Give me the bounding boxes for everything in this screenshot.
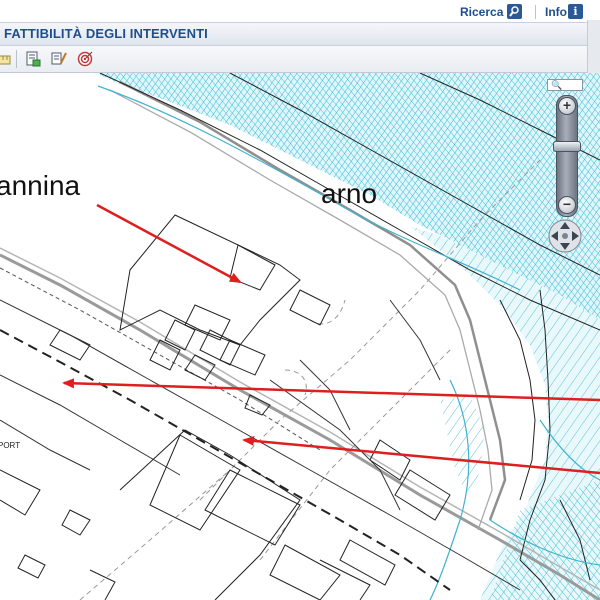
magnifier-icon[interactable]: [507, 4, 522, 19]
road-lines: [0, 299, 521, 591]
header-separator: [535, 5, 536, 19]
query-tool-icon[interactable]: [50, 50, 68, 68]
map-search-input[interactable]: 🔍: [547, 79, 583, 91]
arrow-to-building: [96, 203, 242, 284]
panel-title: FATTIBILITÀ DEGLI INTERVENTI: [4, 26, 208, 41]
arrow-to-railway: [62, 378, 600, 402]
panel-titlebar: FATTIBILITÀ DEGLI INTERVENTI: [0, 22, 587, 46]
river-flood-zone: [95, 73, 600, 600]
top-header: Ricerca Info i: [0, 0, 600, 22]
zoom-slider-handle[interactable]: [553, 141, 581, 152]
railway-dashed-line: [0, 267, 451, 591]
panel-scroll-strip: [587, 20, 600, 75]
label-annina: annina: [0, 170, 81, 201]
search-link[interactable]: Ricerca: [460, 5, 503, 19]
info-link[interactable]: Info: [545, 5, 567, 19]
zoom-in-button[interactable]: +: [558, 97, 576, 115]
map-toolbar: [0, 46, 587, 73]
target-tool-icon[interactable]: [76, 50, 94, 68]
measure-tool-icon[interactable]: [0, 50, 12, 68]
pan-arrows-icon[interactable]: [548, 219, 582, 253]
info-icon[interactable]: i: [568, 4, 583, 19]
label-port: PORT: [0, 441, 20, 450]
map-canvas[interactable]: annina arno PORT: [0, 73, 600, 600]
report-tool-icon[interactable]: [24, 50, 42, 68]
toolbar-separator: [16, 50, 17, 68]
label-arno: arno: [321, 178, 377, 209]
zoom-out-button[interactable]: −: [558, 196, 576, 214]
